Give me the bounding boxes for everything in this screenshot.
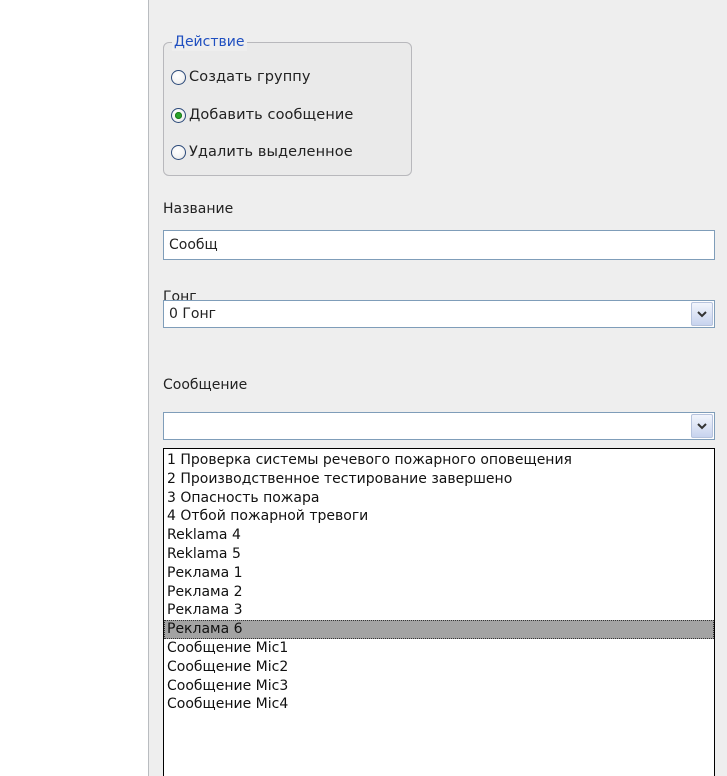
radio-add-message-indicator[interactable] [171,107,186,123]
action-groupbox-title: Действие [172,33,248,51]
list-item[interactable]: Сообщение Mic3 [164,677,714,696]
list-item[interactable]: 4 Отбой пожарной тревоги [164,507,714,526]
radio-create-group-indicator[interactable] [171,69,186,85]
gong-dropdown-button[interactable] [691,302,713,326]
list-item[interactable]: Сообщение Mic4 [164,695,714,714]
radio-delete-selected-label[interactable]: Удалить выделенное [189,144,353,160]
list-item[interactable]: Реклама 1 [164,564,714,583]
chevron-down-icon [697,423,707,430]
list-item[interactable]: 1 Проверка системы речевого пожарного оп… [164,451,714,470]
radio-checked-dot [175,111,182,119]
radio-add-message-label[interactable]: Добавить сообщение [189,107,353,123]
message-dropdown-button[interactable] [691,414,713,438]
radio-add-message[interactable]: Добавить сообщение [171,104,353,126]
list-item[interactable]: Реклама 2 [164,583,714,602]
action-groupbox: Действие Создать группу Добавить сообщен… [163,33,412,176]
message-field-label: Сообщение [163,377,248,393]
radio-delete-selected-indicator[interactable] [171,144,186,160]
gong-select-value: 0 Гонг [169,306,216,322]
left-tree-panel[interactable] [0,0,149,776]
message-dropdown-list[interactable]: 1 Проверка системы речевого пожарного оп… [163,448,715,776]
list-item[interactable]: 3 Опасность пожара [164,489,714,508]
gong-select[interactable]: 0 Гонг [163,300,715,328]
radio-delete-selected[interactable]: Удалить выделенное [171,141,353,163]
list-item[interactable]: Реклама 3 [164,601,714,620]
list-item-selected[interactable]: Реклама 6 [164,620,714,639]
radio-create-group[interactable]: Создать группу [171,66,311,88]
list-item[interactable]: Сообщение Mic1 [164,639,714,658]
list-item[interactable]: Сообщение Mic2 [164,658,714,677]
list-item[interactable]: Reklama 5 [164,545,714,564]
message-select[interactable] [163,412,715,440]
radio-create-group-label[interactable]: Создать группу [189,69,311,85]
name-field-label: Название [163,201,234,217]
list-item[interactable]: 2 Производственное тестирование завершен… [164,470,714,489]
list-item[interactable]: Reklama 4 [164,526,714,545]
name-input[interactable]: Сообщ [163,230,715,260]
chevron-down-icon [697,311,707,318]
